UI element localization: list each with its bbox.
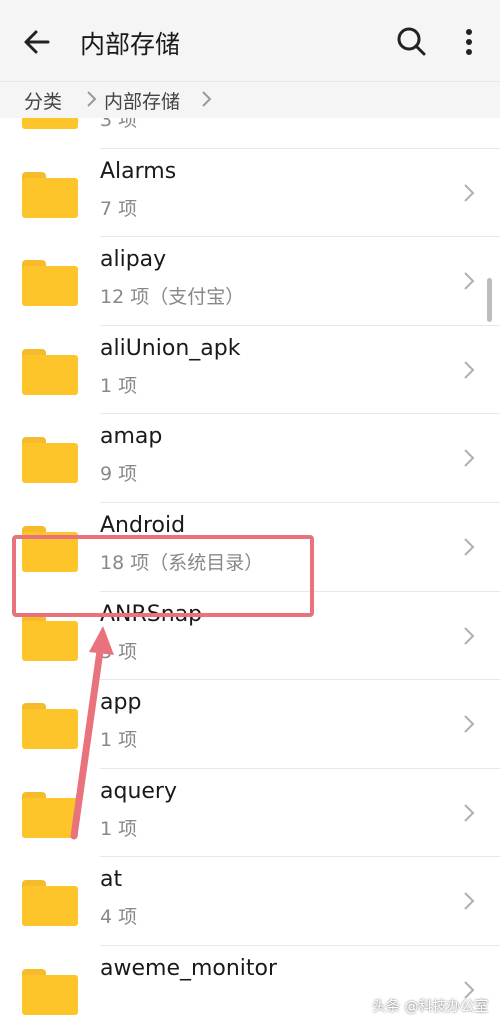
folder-row[interactable]: Android 18 项（系统目录） xyxy=(0,503,500,592)
breadcrumb-item-category[interactable]: 分类 xyxy=(24,87,62,114)
folder-item-count: 12 项（支付宝） xyxy=(100,286,245,309)
folder-row[interactable]: Alarms 7 项 xyxy=(0,149,500,238)
folder-row[interactable]: at 4 项 xyxy=(0,857,500,946)
folder-item-count: 9 项 xyxy=(100,463,138,486)
folder-name: app xyxy=(100,690,142,716)
folder-icon xyxy=(22,118,78,129)
chevron-right-icon xyxy=(462,182,476,204)
folder-row[interactable]: amap 9 项 xyxy=(0,414,500,503)
folder-row[interactable]: ANRSnap 3 项 xyxy=(0,592,500,681)
chevron-right-icon xyxy=(462,802,476,824)
folder-name: aweme_monitor xyxy=(100,956,278,981)
folder-row[interactable]: alipay 12 项（支付宝） xyxy=(0,237,500,326)
folder-name: at xyxy=(100,867,123,893)
more-options-icon[interactable] xyxy=(455,24,483,60)
chevron-right-icon xyxy=(84,90,98,108)
folder-icon xyxy=(22,526,78,572)
folder-row[interactable]: arcik3 项 xyxy=(0,118,500,149)
folder-icon xyxy=(22,703,78,750)
watermark: 头条 @科技办公室 xyxy=(372,999,489,1015)
chevron-right-icon xyxy=(462,625,476,647)
chevron-right-icon xyxy=(462,447,476,469)
folder-name: Alarms xyxy=(100,158,177,184)
folder-icon xyxy=(22,348,78,395)
chevron-right-icon xyxy=(462,270,476,292)
folder-item-count: 1 项 xyxy=(100,729,138,752)
folder-name: Android xyxy=(100,513,186,538)
folder-name: amap xyxy=(100,424,163,450)
chevron-right-icon xyxy=(462,713,476,735)
folder-icon xyxy=(22,791,78,838)
breadcrumb-item-internal-storage[interactable]: 内部存储 xyxy=(104,87,180,114)
folder-icon xyxy=(22,437,78,484)
folder-item-count: 3 项 xyxy=(100,640,138,663)
folder-list: arcik3 项 Alarms 7 项 alipay 12 项（支付宝） aliUnion… xyxy=(0,118,500,1022)
folder-item-count: 4 项 xyxy=(100,906,138,929)
top-app-bar: 内部存储 xyxy=(0,0,500,82)
search-icon[interactable] xyxy=(394,24,430,60)
folder-item-count: 7 项 xyxy=(100,197,138,220)
folder-item-count: 1 项 xyxy=(100,374,138,397)
back-arrow-icon[interactable] xyxy=(18,22,58,62)
folder-item-count: 3 项 xyxy=(100,118,138,131)
folder-row[interactable]: aliUnion_apk 1 项 xyxy=(0,326,500,415)
folder-name: ANRSnap xyxy=(100,601,203,627)
folder-icon xyxy=(22,614,78,661)
folder-icon xyxy=(22,880,78,927)
breadcrumb: 分类 内部存储 xyxy=(0,82,500,118)
folder-name: alipay xyxy=(100,247,167,273)
scrollbar[interactable] xyxy=(487,278,492,322)
chevron-right-icon xyxy=(462,536,476,558)
page-title: 内部存储 xyxy=(80,30,181,59)
folder-row[interactable]: aquery 1 项 xyxy=(0,769,500,858)
chevron-right-icon xyxy=(462,890,476,912)
folder-name: aquery xyxy=(100,778,177,804)
folder-icon xyxy=(22,171,78,218)
folder-item-count: 1 项 xyxy=(100,817,138,840)
chevron-right-icon xyxy=(462,359,476,381)
folder-item-count: 18 项（系统目录） xyxy=(100,552,264,574)
chevron-right-icon xyxy=(199,90,213,108)
folder-icon xyxy=(22,969,78,1015)
folder-icon xyxy=(22,260,78,307)
folder-row[interactable]: app 1 项 xyxy=(0,680,500,769)
folder-name: aliUnion_apk xyxy=(100,335,241,361)
